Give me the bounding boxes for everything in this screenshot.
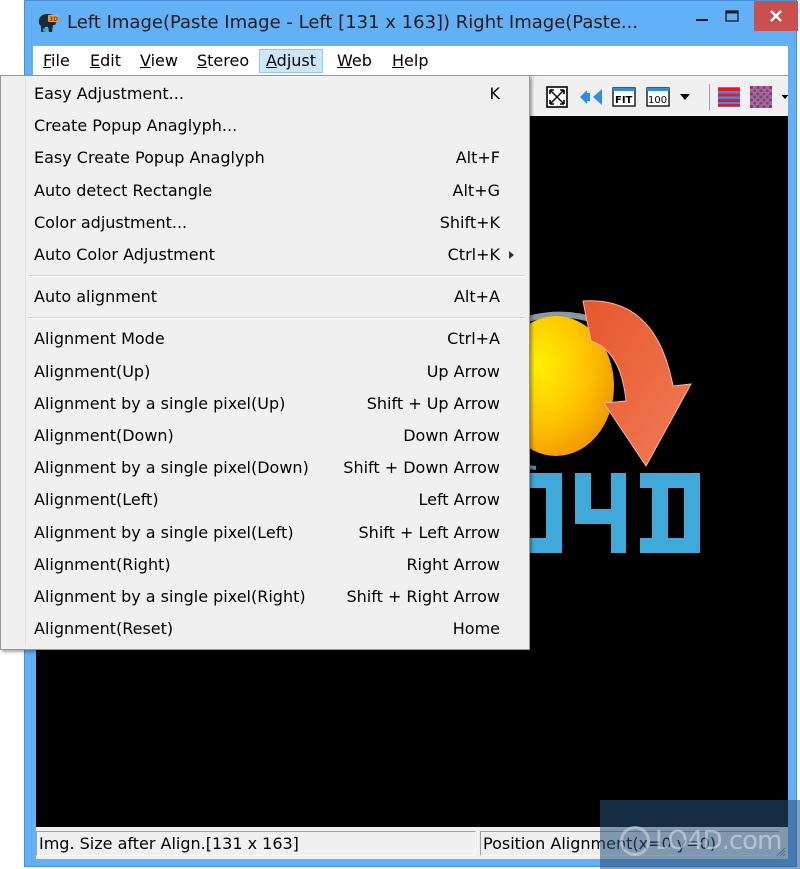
menu-item-label: Auto Color Adjustment <box>34 245 215 264</box>
menu-item-alignment-by-a-single-pixel-right[interactable]: Alignment by a single pixel(Right) Shift … <box>3 581 527 613</box>
menu-item-shortcut: Alt+F <box>455 148 500 168</box>
logo-text-04d <box>526 473 700 553</box>
menu-item-shortcut: Ctrl+K <box>447 245 500 264</box>
menu-item-label: Alignment by a single pixel(Left) <box>34 522 294 542</box>
menu-item-label: Alignment(Reset) <box>34 619 174 639</box>
menu-item-alignment-reset[interactable]: Alignment(Reset) Home <box>3 613 527 645</box>
menu-item-shortcut: Shift + Up Arrow <box>366 393 500 413</box>
menu-file[interactable]: File <box>37 49 76 73</box>
checkerboard-icon <box>750 86 772 108</box>
close-icon <box>770 10 782 22</box>
watermark-logo-icon <box>620 826 650 856</box>
minimize-icon <box>696 19 708 21</box>
title-bar[interactable]: 3D Left Image(Paste Image - Left [131 x … <box>25 1 798 45</box>
close-button[interactable] <box>754 1 798 31</box>
window-title: Left Image(Paste Image - Left [131 x 163… <box>67 12 639 33</box>
menu-item-shortcut: Left Arrow <box>418 490 500 510</box>
watermark-text: LO4D.com <box>655 826 782 856</box>
interlace-lines-icon <box>718 87 740 107</box>
menu-item-label: Alignment by a single pixel(Down) <box>34 458 309 478</box>
menu-item-label: Alignment by a single pixel(Right) <box>34 587 306 606</box>
adjust-menu-dropdown: Easy Adjustment... K Create Popup Anaglyph… <box>0 75 530 650</box>
menu-item-label: Auto detect Rectangle <box>34 180 213 200</box>
svg-text:FIT: FIT <box>615 95 633 106</box>
minimize-button[interactable] <box>687 1 717 31</box>
menu-item-shortcut: Right Arrow <box>406 554 500 574</box>
svg-text:100: 100 <box>648 95 667 106</box>
menu-item-alignment-left[interactable]: Alignment(Left) Left Arrow <box>3 484 527 516</box>
zoom-dropdown-button[interactable] <box>677 86 693 108</box>
menu-item-easy-adjustment[interactable]: Easy Adjustment... K <box>3 78 527 110</box>
menu-item-shortcut: Shift + Down Arrow <box>343 458 500 478</box>
menu-help[interactable]: Help <box>386 49 434 73</box>
chevron-down-icon <box>680 94 690 100</box>
submenu-arrow-icon <box>509 251 514 259</box>
display-mode-dropdown-button[interactable] <box>781 86 789 108</box>
menu-item-shortcut: K <box>489 84 501 103</box>
zoom-100-button[interactable]: 100 <box>645 86 671 108</box>
menu-item-alignment-down[interactable]: Alignment(Down) Down Arrow <box>3 420 527 452</box>
menu-separator <box>28 317 525 320</box>
fullscreen-icon <box>546 86 568 108</box>
app-logo-icon: 3D <box>38 14 58 32</box>
fit-icon: FIT <box>612 87 636 107</box>
fit-button[interactable]: FIT <box>611 86 637 108</box>
menu-item-label: Alignment Mode <box>34 329 165 349</box>
menu-item-shortcut: Home <box>452 619 500 639</box>
menu-item-shortcut: Down Arrow <box>403 426 500 445</box>
menu-item-shortcut: Ctrl+A <box>447 329 500 349</box>
status-image-size: Img. Size after Align.[131 x 163] <box>36 831 476 856</box>
menu-item-label: Easy Create Popup Anaglyph <box>34 148 265 168</box>
menu-edit[interactable]: Edit <box>84 49 127 73</box>
menu-item-auto-color-adjustment[interactable]: Auto Color Adjustment Ctrl+K <box>3 239 527 271</box>
menu-item-auto-alignment[interactable]: Auto alignment Alt+A <box>3 281 527 313</box>
menu-item-alignment-mode[interactable]: Alignment Mode Ctrl+A <box>3 323 527 355</box>
menu-item-easy-create-popup-anaglyph[interactable]: Easy Create Popup Anaglyph Alt+F <box>3 142 527 174</box>
menu-web[interactable]: Web <box>331 49 378 73</box>
menu-bar: File Edit View Stereo Adjust Web Help <box>33 46 788 75</box>
maximize-button[interactable] <box>717 1 747 31</box>
interlace-lines-button[interactable] <box>717 86 741 108</box>
toolbar-separator <box>709 84 710 110</box>
maximize-icon <box>725 10 739 22</box>
checkerboard-button[interactable] <box>749 86 773 108</box>
swap-left-right-icon <box>580 89 602 105</box>
fullscreen-button[interactable] <box>545 86 569 108</box>
zoom-100-icon: 100 <box>646 87 670 107</box>
menu-item-shortcut: Shift+K <box>439 212 500 232</box>
menu-item-label: Alignment(Up) <box>34 361 151 381</box>
menu-item-create-popup-anaglyph[interactable]: Create Popup Anaglyph... <box>3 110 527 142</box>
menu-item-shortcut: Alt+A <box>453 287 500 307</box>
menu-stereo[interactable]: Stereo <box>191 49 255 73</box>
menu-item-label: Alignment(Right) <box>34 554 171 574</box>
menu-item-alignment-up[interactable]: Alignment(Up) Up Arrow <box>3 356 527 388</box>
menu-item-label: Color adjustment... <box>34 212 188 232</box>
menu-item-alignment-by-a-single-pixel-up[interactable]: Alignment by a single pixel(Up) Shift + U… <box>3 388 527 420</box>
menu-item-alignment-right[interactable]: Alignment(Right) Right Arrow <box>3 549 527 581</box>
svg-text:3D: 3D <box>49 16 58 23</box>
swap-left-right-button[interactable] <box>579 86 603 108</box>
menu-item-shortcut: Shift + Right Arrow <box>346 587 500 606</box>
menu-item-shortcut: Alt+G <box>452 180 500 200</box>
menu-item-color-adjustment[interactable]: Color adjustment... Shift+K <box>3 207 527 239</box>
menu-view[interactable]: View <box>134 49 184 73</box>
menu-item-label: Easy Adjustment... <box>34 84 184 103</box>
menu-item-shortcut: Up Arrow <box>426 361 500 381</box>
menu-item-alignment-by-a-single-pixel-down[interactable]: Alignment by a single pixel(Down) Shift +… <box>3 452 527 484</box>
menu-item-label: Alignment(Down) <box>34 426 174 445</box>
menu-item-label: Create Popup Anaglyph... <box>34 116 238 136</box>
menu-adjust[interactable]: Adjust <box>259 49 324 73</box>
menu-item-shortcut: Shift + Left Arrow <box>358 522 500 542</box>
menu-item-alignment-by-a-single-pixel-left[interactable]: Alignment by a single pixel(Left) Shift +… <box>3 517 527 549</box>
menu-item-label: Auto alignment <box>34 287 158 307</box>
menu-item-auto-detect-rectangle[interactable]: Auto detect Rectangle Alt+G <box>3 175 527 207</box>
menu-item-label: Alignment(Left) <box>34 490 159 510</box>
chevron-down-icon <box>781 95 789 99</box>
menu-item-label: Alignment by a single pixel(Up) <box>34 393 286 413</box>
menu-separator <box>28 275 525 278</box>
